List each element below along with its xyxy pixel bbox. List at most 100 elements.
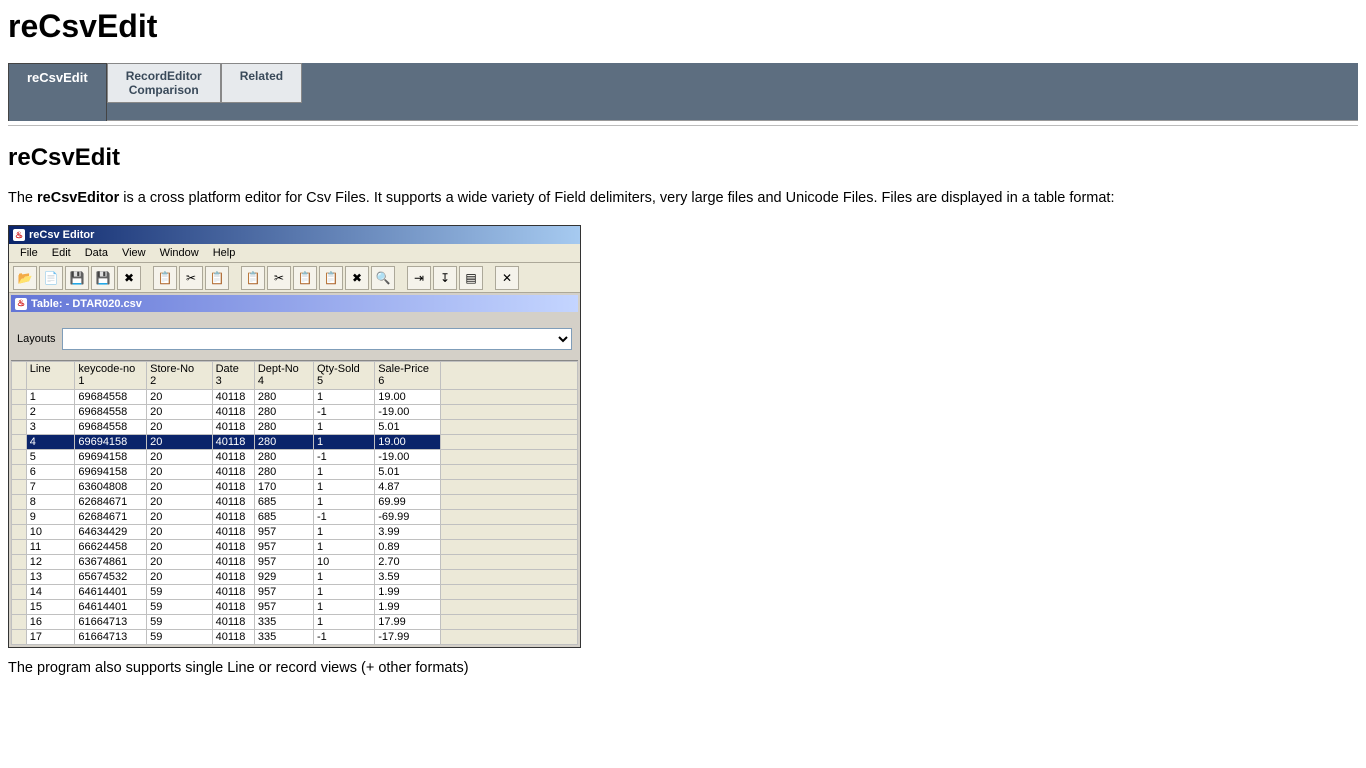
cell[interactable]: 957 [254, 555, 313, 570]
cell[interactable]: 957 [254, 540, 313, 555]
copy-icon[interactable]: 📋 [153, 266, 177, 290]
cell[interactable]: 20 [147, 420, 212, 435]
cell[interactable]: 40118 [212, 435, 254, 450]
cell[interactable]: 685 [254, 495, 313, 510]
table-row[interactable]: 369684558204011828015.01 [12, 420, 578, 435]
cell[interactable]: 20 [147, 405, 212, 420]
cell[interactable]: -19.00 [375, 450, 440, 465]
table-row[interactable]: 2696845582040118280-1-19.00 [12, 405, 578, 420]
cell[interactable]: 5.01 [375, 465, 440, 480]
cell[interactable]: 65674532 [75, 570, 147, 585]
cell[interactable]: 62684671 [75, 510, 147, 525]
save-icon[interactable]: 💾 [65, 266, 89, 290]
menu-window[interactable]: Window [153, 246, 206, 260]
menu-file[interactable]: File [13, 246, 45, 260]
paste-new-icon[interactable]: 📋 [319, 266, 343, 290]
cell[interactable]: 19.00 [375, 435, 440, 450]
table-row[interactable]: 8626846712040118685169.99 [12, 495, 578, 510]
cell[interactable]: 335 [254, 630, 313, 645]
table-row[interactable]: 1064634429204011895713.99 [12, 525, 578, 540]
column-header-date[interactable]: Date3 [212, 362, 254, 390]
cell[interactable]: 59 [147, 585, 212, 600]
row-handle[interactable] [12, 615, 27, 630]
cell[interactable]: 59 [147, 615, 212, 630]
cell[interactable]: 10 [313, 555, 374, 570]
cell[interactable]: -17.99 [375, 630, 440, 645]
cell[interactable]: 40118 [212, 510, 254, 525]
cell[interactable]: 2 [26, 405, 75, 420]
cell[interactable]: 280 [254, 435, 313, 450]
paste-icon[interactable]: 📋 [205, 266, 229, 290]
cell[interactable]: 13 [26, 570, 75, 585]
table-row[interactable]: 5696941582040118280-1-19.00 [12, 450, 578, 465]
copy2-icon[interactable]: 📋 [241, 266, 265, 290]
cell[interactable]: 59 [147, 600, 212, 615]
table-row[interactable]: 12636748612040118957102.70 [12, 555, 578, 570]
save-as-icon[interactable]: 💾 [91, 266, 115, 290]
row-handle[interactable] [12, 450, 27, 465]
cell[interactable]: 11 [26, 540, 75, 555]
cell[interactable]: 6 [26, 465, 75, 480]
cell[interactable]: 69694158 [75, 465, 147, 480]
column-header-sale-price[interactable]: Sale-Price6 [375, 362, 440, 390]
table-row[interactable]: 9626846712040118685-1-69.99 [12, 510, 578, 525]
cell[interactable]: 14 [26, 585, 75, 600]
cell[interactable]: 280 [254, 405, 313, 420]
cell[interactable]: 16 [26, 615, 75, 630]
column-header-keycode-no[interactable]: keycode-no1 [75, 362, 147, 390]
cell[interactable]: 59 [147, 630, 212, 645]
column-header-dept-no[interactable]: Dept-No4 [254, 362, 313, 390]
cell[interactable]: 1 [26, 390, 75, 405]
cell[interactable]: 17.99 [375, 615, 440, 630]
cell[interactable]: 280 [254, 390, 313, 405]
cell[interactable]: 40118 [212, 585, 254, 600]
cell[interactable]: 40118 [212, 480, 254, 495]
row-handle[interactable] [12, 420, 27, 435]
cell[interactable]: 20 [147, 390, 212, 405]
cell[interactable]: 1 [313, 600, 374, 615]
cell[interactable]: 3.59 [375, 570, 440, 585]
cell[interactable]: 280 [254, 420, 313, 435]
row-handle[interactable] [12, 390, 27, 405]
cell[interactable]: -19.00 [375, 405, 440, 420]
cell[interactable]: 1 [313, 525, 374, 540]
cell[interactable]: 20 [147, 435, 212, 450]
cut2-icon[interactable]: ✂ [267, 266, 291, 290]
settings-icon[interactable]: ✕ [495, 266, 519, 290]
row-handle[interactable] [12, 495, 27, 510]
cell[interactable]: 61664713 [75, 630, 147, 645]
tab-recordeditor-comparison[interactable]: RecordEditorComparison [107, 63, 221, 103]
cell[interactable]: 12 [26, 555, 75, 570]
row-handle[interactable] [12, 540, 27, 555]
cell[interactable]: 20 [147, 540, 212, 555]
cell[interactable]: 20 [147, 480, 212, 495]
cell[interactable]: 61664713 [75, 615, 147, 630]
row-handle[interactable] [12, 405, 27, 420]
tab-recsvedit[interactable]: reCsvEdit [8, 63, 107, 121]
row-handle[interactable] [12, 630, 27, 645]
cell[interactable]: 929 [254, 570, 313, 585]
cell[interactable]: -1 [313, 510, 374, 525]
cell[interactable]: 40118 [212, 615, 254, 630]
cell[interactable]: 5.01 [375, 420, 440, 435]
menu-edit[interactable]: Edit [45, 246, 78, 260]
row-handle[interactable] [12, 585, 27, 600]
cell[interactable]: 40118 [212, 390, 254, 405]
row-handle[interactable] [12, 435, 27, 450]
cell[interactable]: 20 [147, 495, 212, 510]
cell[interactable]: -1 [313, 405, 374, 420]
cell[interactable]: 40118 [212, 495, 254, 510]
row-handle[interactable] [12, 555, 27, 570]
menu-help[interactable]: Help [206, 246, 243, 260]
cell[interactable]: 40118 [212, 405, 254, 420]
cell[interactable]: 15 [26, 600, 75, 615]
view-icon[interactable]: ▤ [459, 266, 483, 290]
cell[interactable]: 40118 [212, 555, 254, 570]
table-row[interactable]: 1464614401594011895711.99 [12, 585, 578, 600]
row-handle[interactable] [12, 480, 27, 495]
open-folder-icon[interactable]: 📂 [13, 266, 37, 290]
cell[interactable]: 1 [313, 435, 374, 450]
table-row[interactable]: 763604808204011817014.87 [12, 480, 578, 495]
cell[interactable]: 280 [254, 465, 313, 480]
cell[interactable]: 1 [313, 585, 374, 600]
